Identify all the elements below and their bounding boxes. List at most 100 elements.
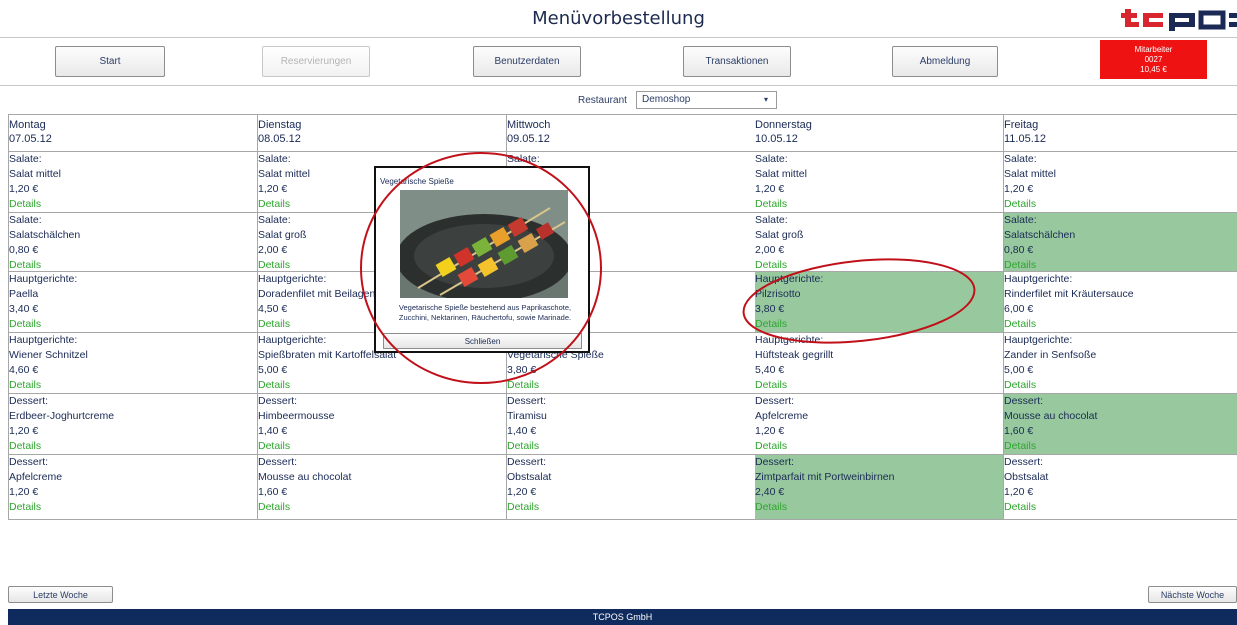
menu-item-name: Paella	[9, 288, 39, 300]
menu-item-name: Apfelcreme	[9, 471, 63, 483]
user-data-button[interactable]: Benutzerdaten	[473, 46, 581, 77]
day-header: Montag 07.05.12	[9, 115, 258, 152]
day-name: Dienstag	[258, 119, 302, 131]
menu-item-price: 5,40 €	[755, 364, 785, 376]
menu-item-category: Salate:	[1004, 214, 1037, 226]
menu-item-details-link[interactable]: Details	[1004, 197, 1237, 212]
menu-item-details-link[interactable]: Details	[9, 439, 257, 454]
menu-item-price: 1,20 €	[507, 486, 537, 498]
day-date: 09.05.12	[507, 133, 550, 145]
menu-item-cell[interactable]: Dessert: Erdbeer-Joghurtcreme 1,20 € Detail…	[9, 394, 258, 455]
menu-item-cell[interactable]: Hauptgerichte: Hüftsteak gegrillt 5,40 € De…	[755, 333, 1004, 394]
reservations-button[interactable]: Reservierungen	[262, 46, 370, 77]
menu-item-price: 1,20 €	[9, 425, 39, 437]
menu-item-details-link[interactable]: Details	[755, 378, 1003, 393]
menu-item-details-link[interactable]: Details	[507, 500, 755, 515]
transactions-button[interactable]: Transaktionen	[683, 46, 791, 77]
menu-item-details-link[interactable]: Details	[755, 439, 1003, 454]
close-dialog-button[interactable]: Schließen	[383, 333, 582, 349]
staff-id: 0027	[1144, 55, 1163, 64]
day-header: Donnerstag 10.05.12	[755, 115, 1004, 152]
menu-item-category: Salate:	[507, 153, 540, 165]
menu-item-cell[interactable]: Hauptgerichte: Wiener Schnitzel 4,60 € Deta…	[9, 333, 258, 394]
menu-item-name: Wiener Schnitzel	[9, 349, 88, 361]
menu-item-details-link[interactable]: Details	[9, 500, 257, 515]
restaurant-label: Restaurant	[578, 95, 627, 106]
menu-item-cell[interactable]: Salate: Salatschälchen 0,80 € Details	[9, 213, 258, 272]
menu-item-category: Salate:	[258, 153, 291, 165]
menu-item-price: 3,40 €	[9, 303, 39, 315]
menu-item-cell[interactable]: Dessert: Zimtparfait mit Portweinbirnen 2,…	[755, 455, 1004, 520]
menu-item-cell[interactable]: Salate: Salat mittel 1,20 € Details	[755, 152, 1004, 213]
menu-item-cell[interactable]: Salate: Salatschälchen 0,80 € Details	[1004, 213, 1237, 272]
menu-item-cell[interactable]: Hauptgerichte: Zander in Senfsoße 5,00 € De…	[1004, 333, 1237, 394]
menu-item-details-link[interactable]: Details	[507, 378, 755, 393]
menu-item-details-link[interactable]: Details	[1004, 500, 1237, 515]
menu-item-category: Dessert:	[258, 395, 298, 407]
next-week-button[interactable]: Nächste Woche	[1148, 586, 1237, 603]
menu-item-cell[interactable]: Dessert: Mousse au chocolat 1,60 € Details	[258, 455, 507, 520]
menu-item-category: Salate:	[9, 214, 42, 226]
menu-item-cell[interactable]: Salate: Salat groß 2,00 € Details	[755, 213, 1004, 272]
menu-item-name: Tiramisu	[507, 410, 547, 422]
menu-item-cell[interactable]: Dessert: Tiramisu 1,40 € Details	[507, 394, 756, 455]
menu-item-category: Dessert:	[9, 456, 49, 468]
menu-item-cell[interactable]: Dessert: Apfelcreme 1,20 € Details	[9, 455, 258, 520]
menu-item-details-link[interactable]: Details	[9, 258, 257, 271]
dialog-description: Vegetarische Spieße bestehend aus Paprik…	[398, 303, 572, 322]
menu-item-details-link[interactable]: Details	[258, 500, 506, 515]
menu-item-details-link[interactable]: Details	[258, 439, 506, 454]
restaurant-select[interactable]: Demoshop ▾	[636, 91, 777, 109]
menu-item-details-link[interactable]: Details	[258, 378, 506, 393]
staff-balance: 10,45 €	[1140, 65, 1167, 74]
menu-item-name: Pilzrisotto	[755, 288, 801, 300]
menu-item-name: Apfelcreme	[755, 410, 809, 422]
menu-item-cell[interactable]: Dessert: Mousse au chocolat 1,60 € Details	[1004, 394, 1237, 455]
menu-item-cell[interactable]: Dessert: Obstsalat 1,20 € Details	[1004, 455, 1237, 520]
menu-item-price: 1,40 €	[258, 425, 288, 437]
day-header: Freitag 11.05.12	[1004, 115, 1237, 152]
menu-item-price: 1,20 €	[755, 425, 785, 437]
menu-item-category: Dessert:	[507, 395, 547, 407]
menu-item-category: Salate:	[755, 214, 788, 226]
menu-item-cell[interactable]: Dessert: Obstsalat 1,20 € Details	[507, 455, 756, 520]
menu-item-name: Salat groß	[755, 229, 804, 241]
day-header: Mittwoch 09.05.12	[507, 115, 756, 152]
weekly-menu-grid: Montag 07.05.12 Salate: Salat mittel 1,20 € D…	[8, 114, 1237, 520]
day-name: Montag	[9, 119, 46, 131]
menu-item-cell[interactable]: Hauptgerichte: Paella 3,40 € Details	[9, 272, 258, 333]
menu-item-cell[interactable]: Hauptgerichte: Rinderfilet mit Kräutersau…	[1004, 272, 1237, 333]
menu-item-cell[interactable]: Salate: Salat mittel 1,20 € Details	[1004, 152, 1237, 213]
menu-item-details-link[interactable]: Details	[9, 378, 257, 393]
menu-item-cell[interactable]: Hauptgerichte: Pilzrisotto 3,80 € Details	[755, 272, 1004, 333]
menu-item-details-link[interactable]: Details	[755, 197, 1003, 212]
previous-week-button[interactable]: Letzte Woche	[8, 586, 113, 603]
menu-item-name: Zander in Senfsoße	[1004, 349, 1097, 361]
menu-item-name: Obstsalat	[507, 471, 552, 483]
menu-item-details-link[interactable]: Details	[755, 258, 1003, 271]
menu-item-category: Salate:	[755, 153, 788, 165]
menu-item-details-link[interactable]: Details	[507, 439, 755, 454]
menu-item-details-link[interactable]: Details	[1004, 317, 1237, 332]
menu-item-category: Dessert:	[258, 456, 298, 468]
day-date: 07.05.12	[9, 133, 52, 145]
menu-item-details-link[interactable]: Details	[9, 197, 257, 212]
menu-item-category: Dessert:	[507, 456, 547, 468]
menu-item-price: 2,40 €	[755, 486, 785, 498]
menu-item-name: Salatschälchen	[1004, 229, 1076, 241]
menu-item-cell[interactable]: Salate: Salat mittel 1,20 € Details	[9, 152, 258, 213]
menu-item-price: 3,80 €	[507, 364, 537, 376]
menu-item-cell[interactable]: Dessert: Apfelcreme 1,20 € Details	[755, 394, 1004, 455]
menu-item-cell[interactable]: Dessert: Himbeermousse 1,40 € Details	[258, 394, 507, 455]
menu-item-details-link[interactable]: Details	[1004, 378, 1237, 393]
menu-item-details-link[interactable]: Details	[755, 500, 1003, 515]
start-button[interactable]: Start	[55, 46, 165, 77]
logout-button[interactable]: Abmeldung	[892, 46, 998, 77]
menu-item-details-link[interactable]: Details	[9, 317, 257, 332]
menu-item-price: 1,40 €	[507, 425, 537, 437]
menu-item-details-link[interactable]: Details	[1004, 258, 1237, 271]
menu-item-details-link[interactable]: Details	[1004, 439, 1237, 454]
menu-item-category: Dessert:	[9, 395, 49, 407]
menu-item-details-link[interactable]: Details	[755, 317, 1003, 332]
menu-item-category: Dessert:	[1004, 395, 1044, 407]
